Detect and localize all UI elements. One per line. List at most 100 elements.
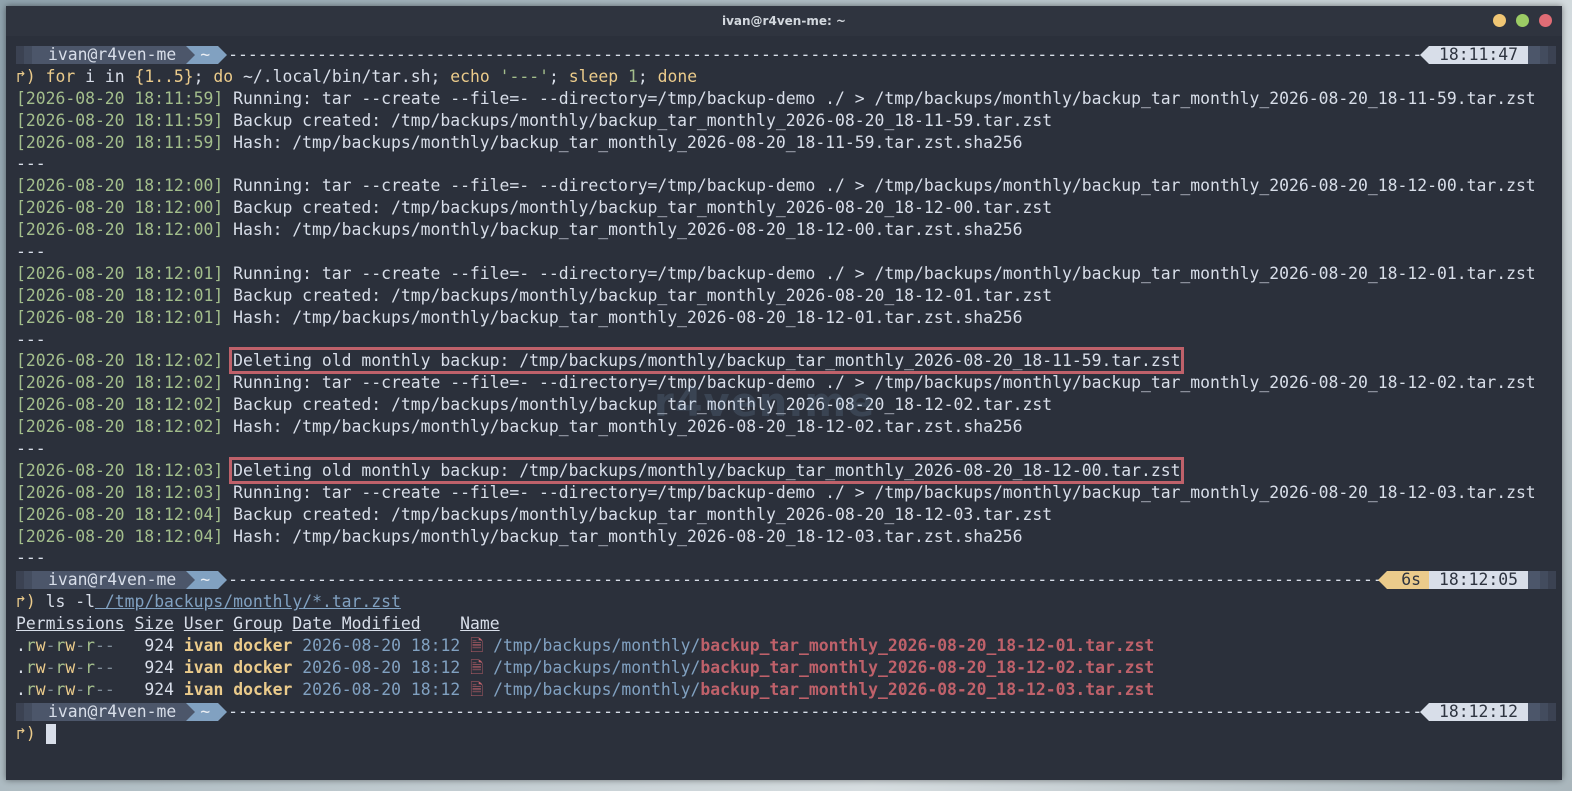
log-line: [2026-08-20 18:11:59] Running: tar --cre… — [16, 88, 1562, 110]
log-message: Backup created: /tmp/backups/monthly/bac… — [223, 395, 1053, 415]
prompt-directory: ~ — [186, 571, 228, 590]
prompt-time: 18:12:12 — [1420, 702, 1528, 721]
perm-char: r — [85, 657, 95, 677]
prompt-filler: ----------------------------------------… — [228, 570, 1387, 590]
maximize-button[interactable] — [1516, 14, 1529, 27]
perm-char: r — [55, 636, 66, 656]
file-name[interactable]: backup_tar_monthly_2026-08-20_18-12-01.t… — [700, 636, 1154, 655]
window-title: ivan@r4ven-me: ~ — [721, 14, 846, 28]
file-name[interactable]: backup_tar_monthly_2026-08-20_18-12-02.t… — [700, 658, 1154, 677]
log-message: Hash: /tmp/backups/monthly/backup_tar_mo… — [223, 417, 1023, 437]
perm-char: r — [85, 636, 95, 656]
minimize-button[interactable] — [1493, 14, 1506, 27]
command-token: {1..5} — [134, 66, 194, 86]
file-dir: /tmp/backups/monthly/ — [493, 679, 701, 699]
log-timestamp: [2026-08-20 18:12:01] — [16, 307, 224, 327]
prompt-start-segment — [16, 702, 44, 721]
separator: --- — [16, 329, 46, 349]
log-line: --- — [16, 329, 1562, 351]
log-line: [2026-08-20 18:12:02] Backup created: /t… — [16, 394, 1562, 416]
log-line: [2026-08-20 18:12:00] Running: tar --cre… — [16, 175, 1562, 197]
ls-row[interactable]: .rw-rw-r-- 924 ivan docker 2026-08-20 18… — [16, 635, 1562, 657]
ls-header-cell: Permissions — [16, 614, 125, 634]
separator: --- — [16, 154, 46, 174]
ls-row[interactable]: .rw-rw-r-- 924 ivan docker 2026-08-20 18… — [16, 657, 1562, 679]
prompt-end-segment — [1528, 45, 1556, 64]
title-bar[interactable]: ivan@r4ven-me: ~ — [6, 6, 1562, 36]
ls-header-cell: Name — [460, 614, 500, 634]
perm-char: - — [75, 636, 86, 656]
file-dir: /tmp/backups/monthly/ — [493, 636, 701, 656]
perm-char: r — [55, 657, 66, 677]
perm-char: - — [75, 657, 86, 677]
perm-char: - — [75, 679, 86, 699]
file-group: docker — [233, 679, 293, 699]
log-message: Backup created: /tmp/backups/monthly/bac… — [223, 110, 1053, 130]
log-timestamp: [2026-08-20 18:12:01] — [16, 263, 224, 283]
perm-char: r — [25, 657, 36, 677]
log-timestamp: [2026-08-20 18:12:00] — [16, 198, 224, 218]
command-token: do — [213, 66, 234, 86]
separator: --- — [16, 242, 46, 262]
log-line: [2026-08-20 18:12:04] Backup created: /t… — [16, 504, 1562, 526]
ls-row[interactable]: .rw-rw-r-- 924 ivan docker 2026-08-20 18… — [16, 679, 1562, 701]
file-name[interactable]: backup_tar_monthly_2026-08-20_18-12-03.t… — [700, 680, 1154, 699]
command-line[interactable]: ↱) — [16, 723, 1562, 745]
command-token: '---' — [489, 66, 549, 86]
ls-header-cell: User — [183, 614, 224, 634]
file-group: docker — [233, 636, 293, 656]
prompt-directory: ~ — [186, 45, 228, 64]
perm-char: - — [104, 636, 115, 656]
prompt-filler: ----------------------------------------… — [228, 701, 1429, 721]
file-icon: 🗎 — [470, 657, 484, 677]
terminal-window[interactable]: ivan@r4ven-me: ~ ivan@r4ven-me ~ ---------… — [6, 6, 1562, 780]
prompt-arrow-icon: ↱) — [16, 66, 36, 86]
perm-char: w — [65, 636, 76, 656]
log-timestamp: [2026-08-20 18:11:59] — [16, 88, 224, 108]
log-message: Running: tar --create --file=- --directo… — [223, 482, 1536, 502]
file-date: 2026-08-20 18:12 — [302, 636, 461, 656]
perm-char: r — [25, 679, 36, 699]
log-line: [2026-08-20 18:11:59] Backup created: /t… — [16, 110, 1562, 132]
log-message: Backup created: /tmp/backups/monthly/bac… — [223, 504, 1053, 524]
log-message: Hash: /tmp/backups/monthly/backup_tar_mo… — [223, 220, 1023, 240]
prompt-duration: 6s — [1378, 571, 1430, 590]
log-line: [2026-08-20 18:12:03] Deleting old month… — [16, 456, 1562, 484]
file-user: ivan — [183, 657, 224, 677]
command-token: ; — [430, 66, 451, 86]
prompt-directory: ~ — [186, 702, 228, 721]
prompt-user: ivan@r4ven-me — [44, 45, 187, 64]
log-timestamp: [2026-08-20 18:12:04] — [16, 526, 224, 546]
log-message: Running: tar --create --file=- --directo… — [223, 176, 1536, 196]
perm-char: w — [35, 636, 46, 656]
prompt-user: ivan@r4ven-me — [44, 702, 187, 721]
prompt-end-segment — [1528, 702, 1556, 721]
ls-header-cell: Date Modified — [292, 614, 421, 634]
log-line: --- — [16, 438, 1562, 460]
separator: --- — [16, 548, 46, 568]
log-timestamp: [2026-08-20 18:12:03] — [16, 482, 224, 502]
prompt-user: ivan@r4ven-me — [44, 571, 187, 590]
file-group: docker — [233, 657, 293, 677]
perm-char: - — [95, 679, 105, 699]
perm-type: . — [16, 657, 26, 677]
cursor — [45, 724, 56, 745]
command-token: i in — [75, 66, 135, 86]
log-line: [2026-08-20 18:12:03] Running: tar --cre… — [16, 482, 1562, 504]
perm-char: w — [65, 679, 76, 699]
highlighted-delete-message: Deleting old monthly backup: /tmp/backup… — [229, 456, 1185, 484]
highlighted-delete-message: Deleting old monthly backup: /tmp/backup… — [229, 347, 1185, 375]
command-token: ; — [637, 66, 658, 86]
log-timestamp: [2026-08-20 18:12:02] — [16, 373, 224, 393]
command-token: ; — [549, 66, 569, 86]
ls-header-cell: Group — [233, 614, 283, 634]
command-token: sleep — [568, 66, 619, 86]
file-date: 2026-08-20 18:12 — [302, 679, 461, 699]
log-message: Running: tar --create --file=- --directo… — [223, 88, 1536, 108]
terminal-output[interactable]: ivan@r4ven-me ~ --------------------------… — [16, 44, 1562, 780]
close-button[interactable] — [1539, 14, 1552, 27]
file-date: 2026-08-20 18:12 — [302, 657, 461, 677]
prompt-bar: ivan@r4ven-me ~ --------------------------… — [16, 44, 1556, 66]
ls-header-cell: Size — [134, 614, 174, 634]
log-message: Hash: /tmp/backups/monthly/backup_tar_mo… — [223, 526, 1023, 546]
